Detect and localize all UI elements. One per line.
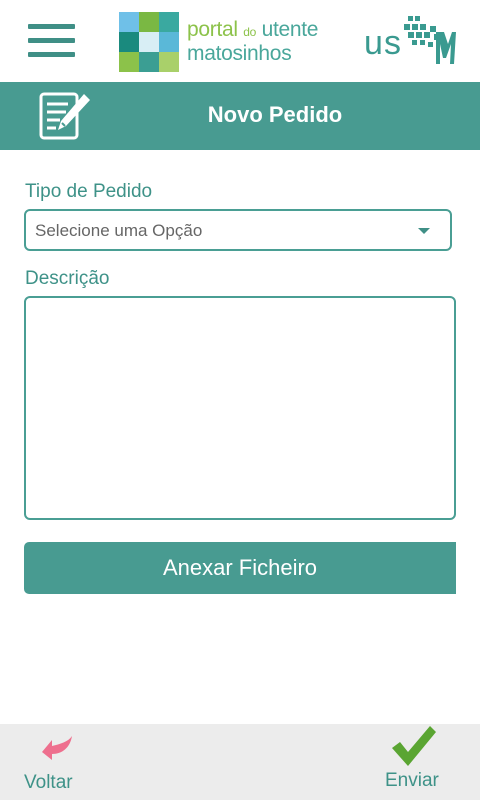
- back-arrow-icon: [42, 736, 72, 760]
- logo-word-utente: utente: [261, 18, 319, 41]
- back-button[interactable]: Voltar: [14, 724, 94, 800]
- request-type-select[interactable]: Selecione uma Opção: [24, 209, 452, 251]
- hamburger-icon-line: [28, 24, 75, 29]
- usm-logo-icon: u s: [364, 16, 456, 64]
- menu-button[interactable]: [28, 22, 76, 58]
- logo-text-line1: portal do utente: [187, 18, 318, 42]
- send-button[interactable]: Enviar: [374, 724, 464, 800]
- logo-mosaic-icon: [119, 12, 179, 72]
- svg-text:s: s: [384, 24, 401, 62]
- portal-logo: portal do utente matosinhos: [119, 12, 339, 72]
- page-title: Novo Pedido: [207, 102, 343, 127]
- edit-document-icon: [39, 92, 90, 140]
- svg-text:u: u: [364, 24, 383, 62]
- logo-text-line2: matosinhos: [187, 42, 292, 65]
- back-label: Voltar: [24, 772, 73, 793]
- app-header: portal do utente matosinhos u s: [0, 0, 480, 82]
- description-label: Descrição: [25, 268, 110, 289]
- description-textarea[interactable]: [24, 296, 456, 520]
- hamburger-icon-line: [28, 52, 75, 57]
- title-bar: Novo Pedido: [0, 82, 480, 150]
- chevron-down-icon: [418, 228, 430, 234]
- request-type-label: Tipo de Pedido: [25, 181, 153, 202]
- logo-word-do: do: [243, 25, 257, 39]
- send-label: Enviar: [385, 770, 439, 791]
- hamburger-icon-line: [28, 38, 75, 43]
- checkmark-icon: [392, 726, 436, 766]
- attach-file-button[interactable]: Anexar Ficheiro: [24, 542, 456, 594]
- bottom-action-bar: Voltar Enviar: [0, 724, 480, 800]
- request-type-value: Selecione uma Opção: [35, 221, 203, 240]
- logo-word-portal: portal: [187, 18, 238, 41]
